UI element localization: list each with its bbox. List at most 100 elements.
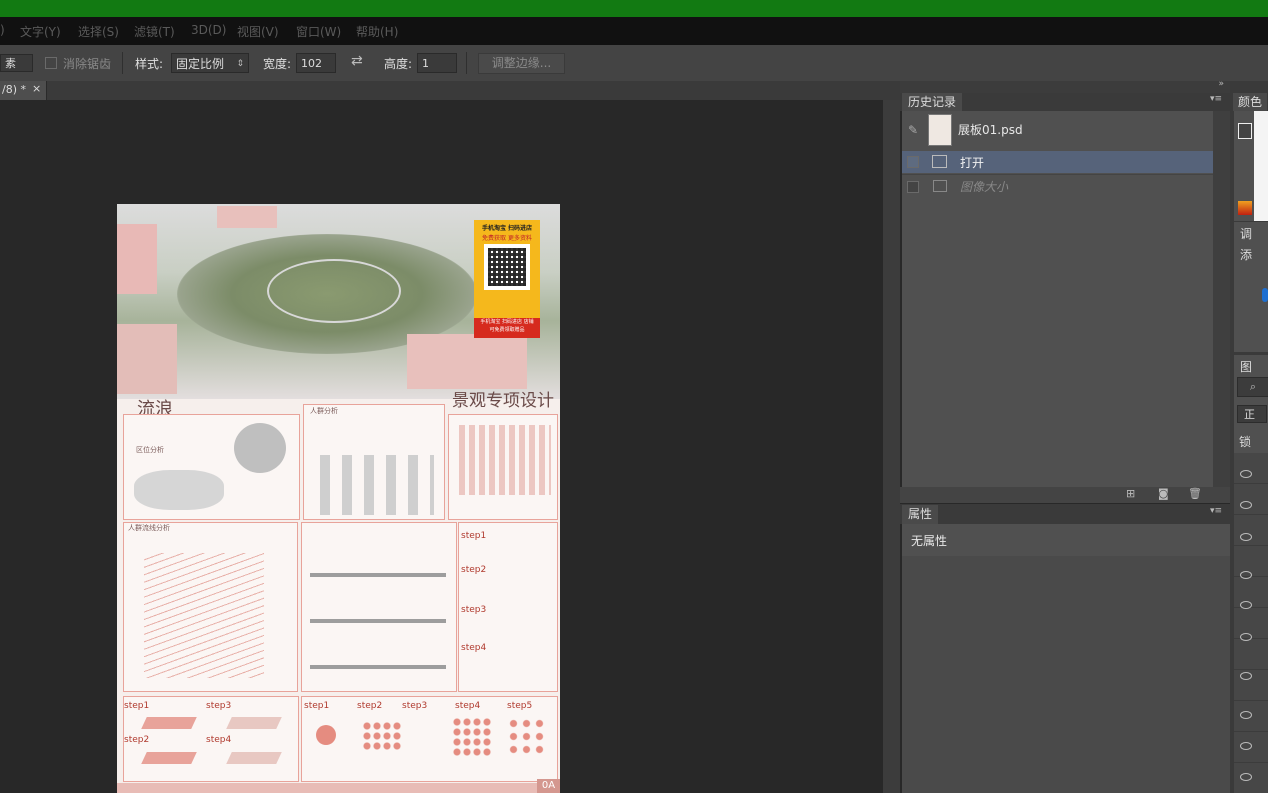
- style-label: 样式:: [135, 57, 164, 71]
- flow-lines-diagram: [144, 553, 264, 678]
- qr-ad-line4: 可免费领取赠品: [489, 327, 525, 333]
- trash-icon[interactable]: 🗑: [1188, 487, 1202, 500]
- blend-mode-select[interactable]: 正: [1237, 405, 1267, 423]
- foreground-color-swatch[interactable]: [1238, 123, 1252, 139]
- snapshot-name[interactable]: 展板01.psd: [958, 121, 1023, 138]
- page-number: 0A: [537, 779, 560, 793]
- qr-ad-card: 手机淘宝 扫码进店 免费获取 更多资料 手机淘宝 扫码进店 店铺 可免费领取赠品: [474, 220, 540, 338]
- panel-menu-icon[interactable]: ▾≡: [1210, 94, 1222, 104]
- step-plane: [141, 717, 197, 729]
- menu-item-view[interactable]: 视图(V): [237, 23, 279, 40]
- eye-icon[interactable]: [1240, 711, 1252, 719]
- step-label: step3: [206, 701, 232, 711]
- menu-item-select[interactable]: 选择(S): [78, 23, 119, 40]
- poster-footer-bar: [117, 783, 560, 793]
- width-field[interactable]: 102: [296, 53, 336, 73]
- menu-item-help[interactable]: 帮助(H): [356, 23, 398, 40]
- poster-title: 景观专项设计: [452, 391, 554, 411]
- step-label: step1: [304, 701, 330, 711]
- eye-icon[interactable]: [1240, 633, 1252, 641]
- step-dot-large: [316, 725, 336, 745]
- crowd-icons-grid: [314, 455, 434, 515]
- eye-icon[interactable]: [1240, 773, 1252, 781]
- new-document-icon[interactable]: ⊞: [1126, 487, 1135, 500]
- step-dots: [452, 717, 492, 757]
- step-label: step1: [461, 531, 487, 541]
- filter-kind-search-icon[interactable]: ⌕: [1237, 377, 1268, 397]
- feather-field[interactable]: 素: [0, 54, 33, 72]
- adjustments-label[interactable]: 调: [1240, 225, 1252, 242]
- qr-ad-red-strip: 手机淘宝 扫码进店 店铺 可免费领取赠品: [474, 318, 540, 338]
- tab-history[interactable]: 历史记录: [902, 93, 963, 111]
- document-tab[interactable]: /8) * ×: [0, 81, 47, 100]
- color-ramp[interactable]: [1238, 201, 1252, 215]
- step-label: step2: [124, 735, 150, 745]
- step-label: step4: [461, 643, 487, 653]
- history-item-label: 图像大小: [960, 180, 1009, 194]
- collapse-icon[interactable]: »: [1218, 79, 1224, 89]
- step-label: step4: [455, 701, 481, 711]
- updown-chevron-icon: ⇕: [236, 59, 244, 69]
- menu-item-window[interactable]: 窗口(W): [296, 23, 341, 40]
- location-map-circle: [234, 423, 286, 473]
- swap-icon[interactable]: ⇄: [351, 53, 363, 69]
- antialias-checkbox[interactable]: [45, 57, 57, 69]
- history-item-image-size[interactable]: 图像大小: [902, 174, 1213, 197]
- step-label: step3: [461, 605, 487, 615]
- layers-list[interactable]: [1234, 453, 1268, 793]
- menu-item-filter[interactable]: 滤镜(T): [134, 23, 175, 40]
- close-icon[interactable]: ×: [32, 82, 41, 95]
- eye-icon[interactable]: [1240, 742, 1252, 750]
- space-analysis-panel: [301, 522, 457, 692]
- history-scrollbar[interactable]: [1213, 111, 1230, 487]
- eye-icon[interactable]: [1240, 601, 1252, 609]
- camera-icon[interactable]: ◙: [1158, 487, 1169, 500]
- activity-panel: [448, 414, 558, 520]
- eye-icon[interactable]: [1240, 672, 1252, 680]
- activity-silhouettes: [455, 425, 551, 495]
- panel-menu-icon[interactable]: ▾≡: [1210, 506, 1222, 516]
- refine-edge-button[interactable]: 调整边缘...: [478, 53, 565, 74]
- menu-item-type[interactable]: 文字(Y): [20, 23, 61, 40]
- vertical-scrollbar[interactable]: [883, 100, 900, 793]
- aerial-render-image: 手机淘宝 扫码进店 免费获取 更多资料 手机淘宝 扫码进店 店铺 可免费领取赠品: [117, 204, 560, 399]
- step-label: step2: [357, 701, 383, 711]
- style-value: 固定比例: [176, 57, 225, 71]
- tab-properties[interactable]: 属性: [902, 505, 939, 524]
- history-item-open[interactable]: 打开: [902, 151, 1213, 173]
- height-field[interactable]: 1: [417, 53, 457, 73]
- menu-item-truncated[interactable]: ): [0, 23, 5, 37]
- space-diagrams: [310, 541, 446, 681]
- eye-icon[interactable]: [1240, 470, 1252, 478]
- qr-ad-line3: 手机淘宝 扫码进店 店铺: [480, 319, 534, 325]
- eye-icon[interactable]: [1240, 571, 1252, 579]
- history-checkbox[interactable]: [907, 181, 919, 193]
- properties-tab-header: [900, 504, 1230, 524]
- qr-ad-line1: 手机淘宝 扫码进店: [481, 225, 533, 232]
- height-label: 高度:: [384, 57, 413, 71]
- eye-icon[interactable]: [1240, 533, 1252, 541]
- document-tab-label: /8) *: [2, 83, 26, 96]
- building-bottom-left: [117, 324, 177, 394]
- flow-analysis-panel: 人群流线分析: [123, 522, 298, 692]
- building-top: [217, 206, 277, 228]
- layers-tab[interactable]: 图: [1240, 358, 1252, 375]
- history-brush-icon[interactable]: ✎: [908, 123, 918, 137]
- tab-color[interactable]: 颜色: [1233, 93, 1268, 111]
- history-checkbox[interactable]: [907, 156, 919, 168]
- style-select[interactable]: 固定比例 ⇕: [171, 53, 249, 73]
- eye-icon[interactable]: [1240, 501, 1252, 509]
- document-icon: [932, 155, 947, 168]
- history-footer: ⊞ ◙ 🗑: [900, 487, 1230, 503]
- menu-item-3d[interactable]: 3D(D): [191, 23, 226, 37]
- step-plane: [141, 752, 197, 764]
- snapshot-thumbnail[interactable]: [928, 114, 952, 146]
- qr-code-image: [484, 244, 530, 290]
- poster-document: 手机淘宝 扫码进店 免费获取 更多资料 手机淘宝 扫码进店 店铺 可免费领取赠品…: [117, 204, 560, 793]
- layers-panel: 图 ⌕ 正 锁: [1234, 355, 1268, 793]
- properties-panel-body: [902, 556, 1230, 793]
- step-label: step4: [206, 735, 232, 745]
- location-analysis-panel: 区位分析: [123, 414, 300, 520]
- toggle-indicator[interactable]: [1262, 288, 1268, 302]
- loop-path: [267, 259, 401, 323]
